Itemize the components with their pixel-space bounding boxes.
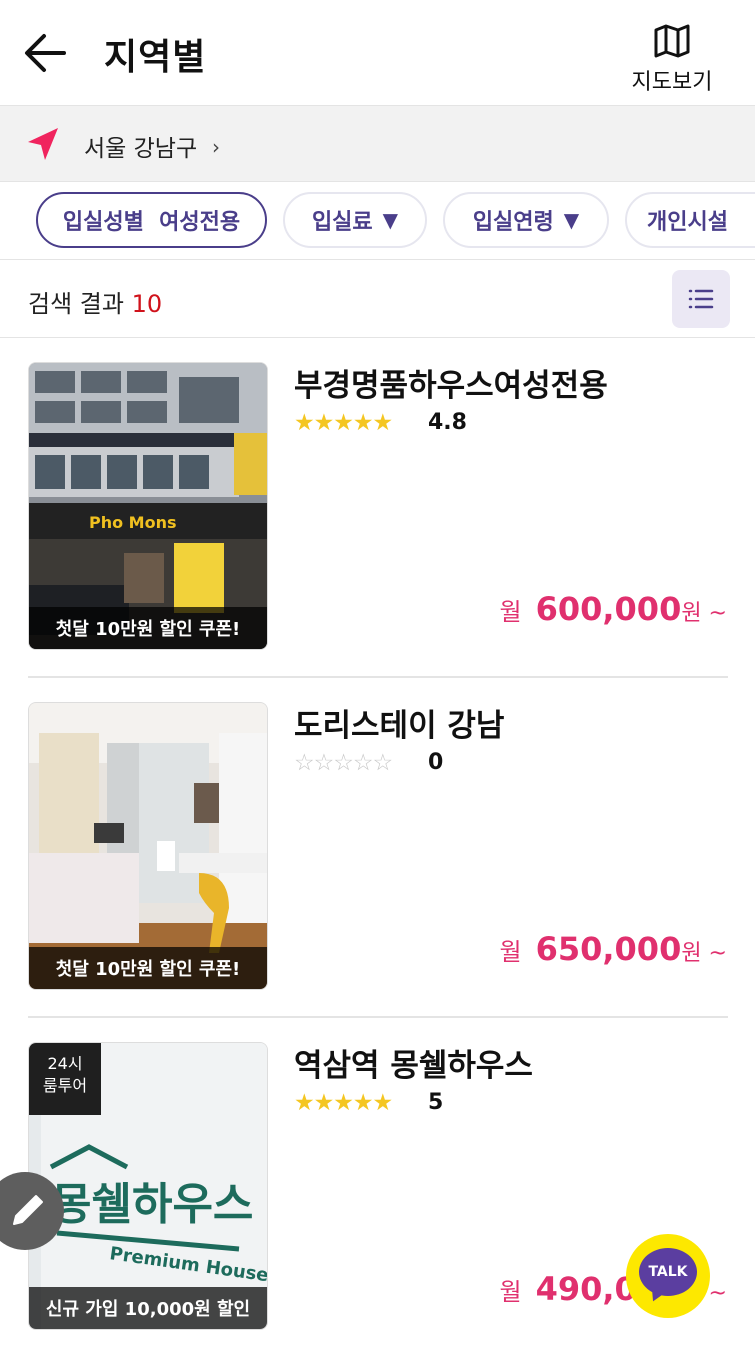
listing-name: 도리스테이 강남 [294, 708, 505, 744]
list-icon [688, 289, 714, 309]
star-icon: ☆ [313, 750, 335, 776]
star-rating: ☆☆☆☆☆ [294, 750, 394, 776]
badge-line: 24시 [47, 1054, 83, 1073]
listing-price: 월 600,000원 ~ [499, 590, 727, 628]
price-amount: 650,000 [535, 930, 682, 968]
rating-value: 0 [428, 750, 444, 775]
listing-card[interactable]: Pho Mons 첫달 10만원 할인 쿠폰! 부경명품하우스여성전용 ★★★★… [0, 338, 755, 678]
filter-chip-label: 개인시설 [647, 210, 728, 235]
result-count: 10 [131, 290, 163, 318]
star-icon: ★ [333, 1090, 354, 1116]
price-suffix: 원 ~ [681, 941, 727, 966]
svg-text:몽쉘하우스: 몽쉘하우스 [51, 1179, 253, 1230]
dropdown-triangle-icon: ▼ [382, 208, 399, 232]
listing-card[interactable]: 첫달 10만원 할인 쿠폰! 도리스테이 강남 ☆☆☆☆☆ 0 월 650,000… [0, 678, 755, 1018]
map-icon [654, 24, 690, 58]
listing-name: 부경명품하우스여성전용 [294, 368, 608, 404]
coupon-caption: 첫달 10만원 할인 쿠폰! [29, 947, 267, 989]
star-icon: ★ [352, 1090, 374, 1116]
star-icon: ★ [333, 410, 354, 436]
dropdown-triangle-icon: ▼ [563, 208, 580, 232]
star-rating: ★★★★★ [294, 410, 394, 436]
location-selector[interactable]: 서울 강남구 › [0, 106, 755, 182]
star-icon: ★ [313, 410, 335, 436]
price-amount: 600,000 [535, 590, 682, 628]
coupon-caption: 신규 가입 10,000원 할인 [29, 1287, 267, 1329]
filter-chip-label: 입실성별 여성전용 [62, 210, 241, 235]
list-view-toggle[interactable] [672, 270, 730, 328]
room-tour-badge: 24시 룸투어 [29, 1043, 101, 1115]
price-prefix: 월 [499, 938, 522, 966]
rating-value: 5 [428, 1090, 444, 1115]
coupon-caption: 첫달 10만원 할인 쿠폰! [29, 607, 267, 649]
result-header: 검색 결과 10 [0, 260, 755, 338]
filter-chip-fee[interactable]: 입실료 ▼ [283, 192, 427, 248]
price-prefix: 월 [499, 1278, 522, 1306]
arrow-left-icon [25, 34, 66, 72]
back-button[interactable] [20, 30, 70, 76]
result-count-text: 검색 결과 10 [28, 284, 162, 319]
star-icon: ★ [313, 1090, 335, 1116]
star-icon: ☆ [333, 750, 354, 776]
listing-photo[interactable]: 몽쉘하우스 Premium House 24시 룸투어 신규 가입 10,000… [28, 1042, 268, 1330]
map-view-label: 지도보기 [631, 70, 713, 95]
filter-chip-gender[interactable]: 입실성별 여성전용 [36, 192, 267, 248]
filter-chip-label: 입실료 [311, 210, 373, 235]
navigation-arrow-icon [28, 128, 58, 160]
filter-bar: 입실성별 여성전용 입실료 ▼ 입실연령 ▼ 개인시설 [0, 182, 755, 260]
filter-chip-age[interactable]: 입실연령 ▼ [443, 192, 609, 248]
edit-fab-button[interactable] [0, 1172, 64, 1250]
chevron-right-icon: › [212, 135, 220, 159]
price-prefix: 월 [499, 598, 522, 626]
star-icon: ★ [294, 1090, 315, 1116]
svg-text:Pho Mons: Pho Mons [89, 513, 177, 532]
price-suffix: 원 ~ [681, 601, 727, 626]
star-rating: ★★★★★ [294, 1090, 394, 1116]
filter-chip-facility[interactable]: 개인시설 [625, 192, 755, 248]
star-icon: ☆ [372, 750, 394, 776]
star-icon: ★ [372, 410, 394, 436]
page-title: 지역별 [104, 37, 207, 78]
talk-bubble-icon: TALK [639, 1248, 697, 1296]
location-text: 서울 강남구 [84, 136, 198, 162]
badge-line: 룸투어 [42, 1076, 88, 1095]
kakao-talk-button[interactable]: TALK [626, 1234, 710, 1318]
listing-photo[interactable]: 첫달 10만원 할인 쿠폰! [28, 702, 268, 990]
listing-name: 역삼역 몽쉘하우스 [294, 1048, 533, 1084]
filter-chip-label: 입실연령 [472, 210, 554, 235]
listing-price: 월 650,000원 ~ [499, 930, 727, 968]
star-icon: ★ [372, 1090, 394, 1116]
app-header: 지역별 지도보기 [0, 0, 755, 106]
map-view-button[interactable]: 지도보기 [622, 24, 722, 96]
pencil-icon [13, 1195, 43, 1225]
result-label: 검색 결과 [28, 290, 124, 318]
star-icon: ★ [352, 410, 374, 436]
star-icon: ★ [294, 410, 315, 436]
listing-photo[interactable]: Pho Mons 첫달 10만원 할인 쿠폰! [28, 362, 268, 650]
rating-value: 4.8 [428, 410, 467, 435]
star-icon: ☆ [294, 750, 315, 776]
star-icon: ☆ [352, 750, 374, 776]
